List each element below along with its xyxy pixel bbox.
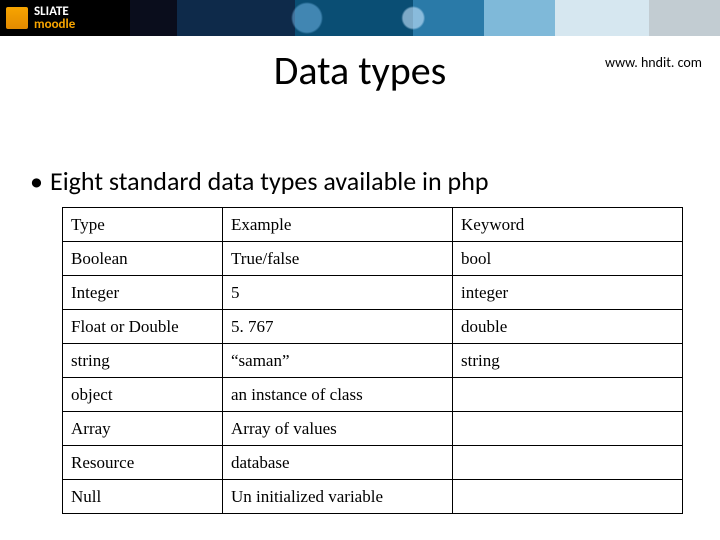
banner-imagery: [130, 0, 720, 36]
logo-block: SLIATE moodle: [0, 0, 130, 36]
table-cell: Integer: [63, 276, 223, 310]
table-cell: Boolean: [63, 242, 223, 276]
table-header-cell: Keyword: [453, 208, 683, 242]
table-cell: bool: [453, 242, 683, 276]
table-row: Float or Double 5. 767 double: [63, 310, 683, 344]
table-cell: “saman”: [223, 344, 453, 378]
bullet-line: •Eight standard data types available in …: [30, 165, 690, 197]
data-types-table: Type Example Keyword Boolean True/false …: [62, 207, 683, 514]
title-row: Data types www. hndit. com: [0, 46, 720, 104]
table-row: Integer 5 integer: [63, 276, 683, 310]
table-cell: Float or Double: [63, 310, 223, 344]
table-row: Array Array of values: [63, 412, 683, 446]
table-cell: double: [453, 310, 683, 344]
top-banner: SLIATE moodle: [0, 0, 720, 36]
table-cell: string: [63, 344, 223, 378]
bullet-dot-icon: •: [30, 165, 50, 197]
table-row: object an instance of class: [63, 378, 683, 412]
slide-content: •Eight standard data types available in …: [30, 165, 690, 514]
table-cell: [453, 446, 683, 480]
table-cell: 5. 767: [223, 310, 453, 344]
table-cell: an instance of class: [223, 378, 453, 412]
table-cell: [453, 480, 683, 514]
table-header-row: Type Example Keyword: [63, 208, 683, 242]
table-cell: Array: [63, 412, 223, 446]
table-header-cell: Type: [63, 208, 223, 242]
table-cell: [453, 378, 683, 412]
table-cell: True/false: [223, 242, 453, 276]
site-url: www. hndit. com: [605, 54, 702, 71]
table-cell: object: [63, 378, 223, 412]
logo-text: SLIATE moodle: [34, 5, 75, 31]
table-cell: integer: [453, 276, 683, 310]
table-row: string “saman” string: [63, 344, 683, 378]
table-cell: string: [453, 344, 683, 378]
table-row: Resource database: [63, 446, 683, 480]
table-cell: Null: [63, 480, 223, 514]
bullet-text: Eight standard data types available in p…: [50, 165, 489, 197]
table-cell: [453, 412, 683, 446]
table-cell: Array of values: [223, 412, 453, 446]
table-row: Boolean True/false bool: [63, 242, 683, 276]
table-cell: 5: [223, 276, 453, 310]
table-cell: Resource: [63, 446, 223, 480]
table-row: Null Un initialized variable: [63, 480, 683, 514]
table-header-cell: Example: [223, 208, 453, 242]
table-cell: Un initialized variable: [223, 480, 453, 514]
logo-line2: moodle: [34, 18, 75, 31]
logo-icon: [6, 7, 28, 29]
table-cell: database: [223, 446, 453, 480]
